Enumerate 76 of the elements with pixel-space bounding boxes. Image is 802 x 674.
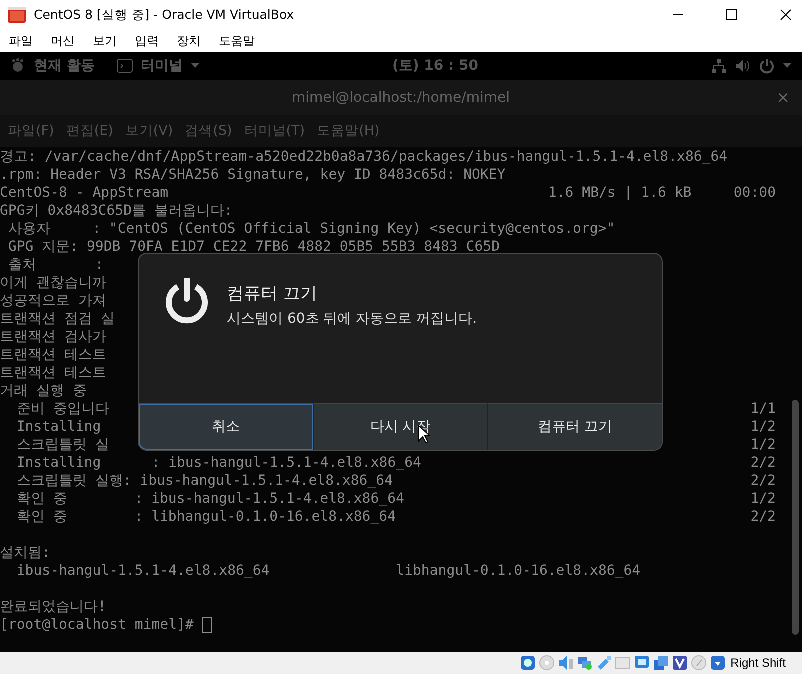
maximize-icon[interactable] [726,9,738,21]
clock[interactable]: (토) 16 : 50 [392,57,478,75]
host-key-label: Right Shift [730,656,786,670]
terminal-line: 거래 실행 중 [0,382,87,400]
menu-item[interactable]: 파일 [9,32,33,50]
terminal-line: 2/2 [750,472,776,490]
dialog-button[interactable]: 취소 [139,403,313,450]
terminal-line: GPG 지문: 99DB 70FA E1D7 CE22 7FB6 4882 05B5 55B3 8483 C65D [7,238,500,256]
volume-icon[interactable] [735,59,752,73]
menu-item[interactable]: 장치 [177,32,201,50]
app-menu[interactable]: 터미널 [140,57,183,75]
terminal-line: 확인 중 : ibus-hangul-1.5.1-4.el8.x86_64 [16,490,404,508]
scrollbar[interactable] [792,400,799,635]
disc-icon[interactable] [538,655,555,671]
menu-item[interactable]: 파일(F) [8,122,54,140]
terminal-line: Installing : ibus-hangul-1.5.1-4.el8.x86_64 [16,454,422,472]
terminal-line: 1/2 [750,418,776,436]
terminal-line: 확인 중 : libhangul-0.1.0-16.el8.x86_64 [16,508,396,526]
terminal-line: 완료되었습니다! [0,598,106,616]
app-icon [8,7,26,23]
terminal-line: CentOS-8 - AppStream [0,184,169,202]
activities-button[interactable]: 현재 활동 [34,57,95,75]
terminal-line: .rpm: Header V3 RSA/SHA256 Signature, key ID 8483c65d: NOKEY [0,166,506,184]
terminal-line: 성공적으로 가져 [0,292,106,310]
power-icon[interactable] [759,58,776,74]
menu-item[interactable]: 입력 [135,32,159,50]
terminal-line: 트랜잭션 테스트 [0,346,106,364]
menu-item[interactable]: 검색(S) [185,122,232,140]
terminal-line: 트랜잭션 테스트 [0,364,106,382]
terminal-line: 사용자 : "CentOS (CentOS Official Signing Key) <security@centos.org>" [7,220,616,238]
terminal-line: [root@localhost mimel]# [0,616,195,634]
menu-item[interactable]: 보기 [93,32,117,50]
terminal-line: 2/2 [750,508,776,526]
chip-icon[interactable] [672,655,688,671]
menu-item[interactable]: 편집(E) [66,122,114,140]
terminal-line: 트랜잭션 검사가 [0,328,106,346]
foot-icon [10,58,26,74]
caret-icon [783,63,792,69]
terminal-line: 1/1 [750,400,776,418]
terminal-line: 스크립틀릿 실행: ibus-hangul-1.5.1-4.el8.x86_64 [16,472,394,490]
caret-icon [190,63,200,69]
terminal-line: Installing [16,418,102,436]
terminal-title: mimel@localhost:/home/mimel [292,90,510,106]
terminal-line: 트랜잭션 점검 실 [0,310,115,328]
terminal-line: 설치됨: [0,544,50,562]
power-icon [165,278,209,324]
terminal-line: 경고: /var/cache/dnf/AppStream-a520ed22b0a8a736/packages/ibus-hangul-1.5.1-4.el8.x86_64 [0,148,728,166]
network-icon[interactable] [576,655,593,671]
menu-item[interactable]: 도움말(H) [317,122,380,140]
terminal-line: GPG키 0x8483C65D를 불러옵니다: [0,202,233,220]
audio-icon[interactable] [558,655,574,671]
terminal-line: 1/2 [750,490,776,508]
dialog-button[interactable]: 컴퓨터 끄기 [487,403,662,450]
arrow-down-icon[interactable] [710,655,726,671]
terminal-line: 이게 괜찮습니까 [0,274,106,292]
terminal-line: 2/2 [750,454,776,472]
usb-icon[interactable] [596,655,612,671]
dialog-message: 시스템이 60초 뒤에 자동으로 꺼집니다. [227,310,478,328]
menu-item[interactable]: 도움말 [219,32,255,50]
terminal-line: 1/2 [750,436,776,454]
terminal-line: 출처 : [7,256,104,274]
close-button[interactable]: × [776,88,790,107]
terminal-line: 1.6 MB/s | 1.6 kB 00:00 [548,184,776,202]
terminal-icon [116,59,133,73]
menu-item[interactable]: 보기(V) [125,122,174,140]
windows-icon[interactable] [652,655,669,671]
close-icon[interactable] [780,9,792,21]
menu-item[interactable]: 머신 [51,32,75,50]
terminal-line: 스크립틀릿 실 [16,436,110,454]
terminal-line: 준비 중입니다 [16,400,110,418]
menu-item[interactable]: 터미널(T) [244,122,306,140]
network-icon[interactable] [711,58,728,74]
dialog-title: 컴퓨터 끄기 [227,283,318,305]
window-title: CentOS 8 [실행 중] - Oracle VM VirtualBox [34,6,294,24]
display-icon[interactable] [634,655,650,671]
terminal-line: ibus-hangul-1.5.1-4.el8.x86_64 libhangul-0.1.0-16.el8.x86_64 [16,562,641,580]
